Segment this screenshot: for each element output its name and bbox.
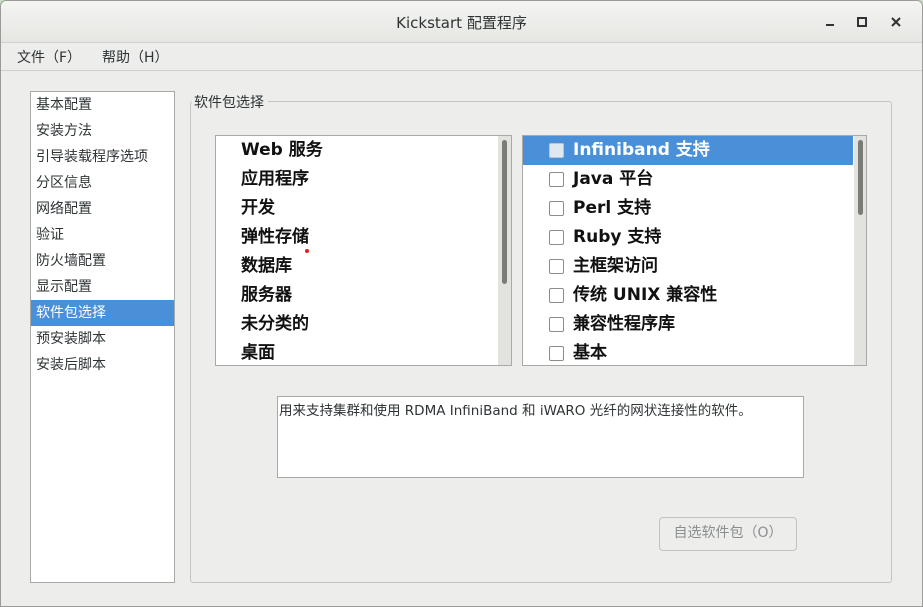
group-list-scrollbar[interactable] <box>498 136 511 365</box>
package-list-scrollbar[interactable] <box>854 136 866 365</box>
list-item[interactable]: Infiniband 支持 <box>523 136 853 165</box>
section-title: 软件包选择 <box>192 92 268 112</box>
menu-bar: 文件（F） 帮助（H） <box>1 43 922 71</box>
list-item[interactable]: 开发 <box>216 194 511 223</box>
sidebar-item-install-method[interactable]: 安装方法 <box>31 118 174 144</box>
close-icon <box>891 17 901 27</box>
checkbox[interactable] <box>549 230 564 245</box>
optional-packages-button[interactable]: 自选软件包（O） <box>659 517 797 551</box>
list-item[interactable]: Java 平台 <box>523 165 866 194</box>
package-description: 用来支持集群和使用 RDMA InfiniBand 和 iWARO 光纤的网状连… <box>277 396 804 478</box>
maximize-button[interactable] <box>853 13 871 31</box>
sidebar-item-basic[interactable]: 基本配置 <box>31 92 174 118</box>
checkbox[interactable] <box>549 288 564 303</box>
sidebar-item-display[interactable]: 显示配置 <box>31 274 174 300</box>
list-item[interactable]: 数据库 <box>216 252 511 281</box>
sidebar-item-pre-install-script[interactable]: 预安装脚本 <box>31 326 174 352</box>
list-item[interactable]: Ruby 支持 <box>523 223 866 252</box>
menu-help[interactable]: 帮助（H） <box>102 47 169 67</box>
window-title: Kickstart 配置程序 <box>396 14 527 32</box>
sidebar-item-post-install-script[interactable]: 安装后脚本 <box>31 352 174 378</box>
checkbox[interactable] <box>549 259 564 274</box>
category-sidebar: 基本配置 安装方法 引导装载程序选项 分区信息 网络配置 验证 防火墙配置 显示… <box>30 91 175 583</box>
sidebar-item-package-selection[interactable]: 软件包选择 <box>31 300 174 326</box>
list-item[interactable]: Web 服务 <box>216 136 511 165</box>
checkbox[interactable] <box>549 317 564 332</box>
scrollbar-thumb[interactable] <box>502 140 507 284</box>
checkbox[interactable] <box>549 201 564 216</box>
maximize-icon <box>857 17 867 27</box>
list-item[interactable]: 服务器 <box>216 281 511 310</box>
scrollbar-thumb[interactable] <box>858 140 863 215</box>
package-list: Infiniband 支持 Java 平台 Perl 支持 Ruby 支持 主框… <box>522 135 867 366</box>
package-group-list: Web 服务 应用程序 开发 弹性存储 数据库 服务器 未分类的 桌面 <box>215 135 512 366</box>
checkbox[interactable] <box>549 172 564 187</box>
sidebar-item-network[interactable]: 网络配置 <box>31 196 174 222</box>
sidebar-item-partition[interactable]: 分区信息 <box>31 170 174 196</box>
sidebar-item-firewall[interactable]: 防火墙配置 <box>31 248 174 274</box>
list-item[interactable]: 应用程序 <box>216 165 511 194</box>
close-button[interactable] <box>887 13 905 31</box>
list-item[interactable]: 基本 <box>523 339 866 365</box>
checkbox[interactable] <box>549 143 564 158</box>
list-item[interactable]: Perl 支持 <box>523 194 866 223</box>
kickstart-window: Kickstart 配置程序 文件（F） 帮助（H） 基本配置 安装方法 引导装… <box>0 0 923 607</box>
list-item[interactable]: 弹性存储 <box>216 223 511 252</box>
description-text: 用来支持集群和使用 RDMA InfiniBand 和 iWARO 光纤的网状连… <box>279 403 752 419</box>
list-item[interactable]: 未分类的 <box>216 310 511 339</box>
minimize-button[interactable] <box>821 13 839 31</box>
list-item[interactable]: 桌面 <box>216 339 511 365</box>
sidebar-item-authentication[interactable]: 验证 <box>31 222 174 248</box>
list-item[interactable]: 兼容性程序库 <box>523 310 866 339</box>
title-bar: Kickstart 配置程序 <box>1 1 922 43</box>
menu-file[interactable]: 文件（F） <box>17 47 81 67</box>
minimize-icon <box>826 24 834 26</box>
list-item[interactable]: 传统 UNIX 兼容性 <box>523 281 866 310</box>
sidebar-item-bootloader[interactable]: 引导装载程序选项 <box>31 144 174 170</box>
cursor-dot <box>305 249 309 253</box>
list-item[interactable]: 主框架访问 <box>523 252 866 281</box>
checkbox[interactable] <box>549 346 564 361</box>
